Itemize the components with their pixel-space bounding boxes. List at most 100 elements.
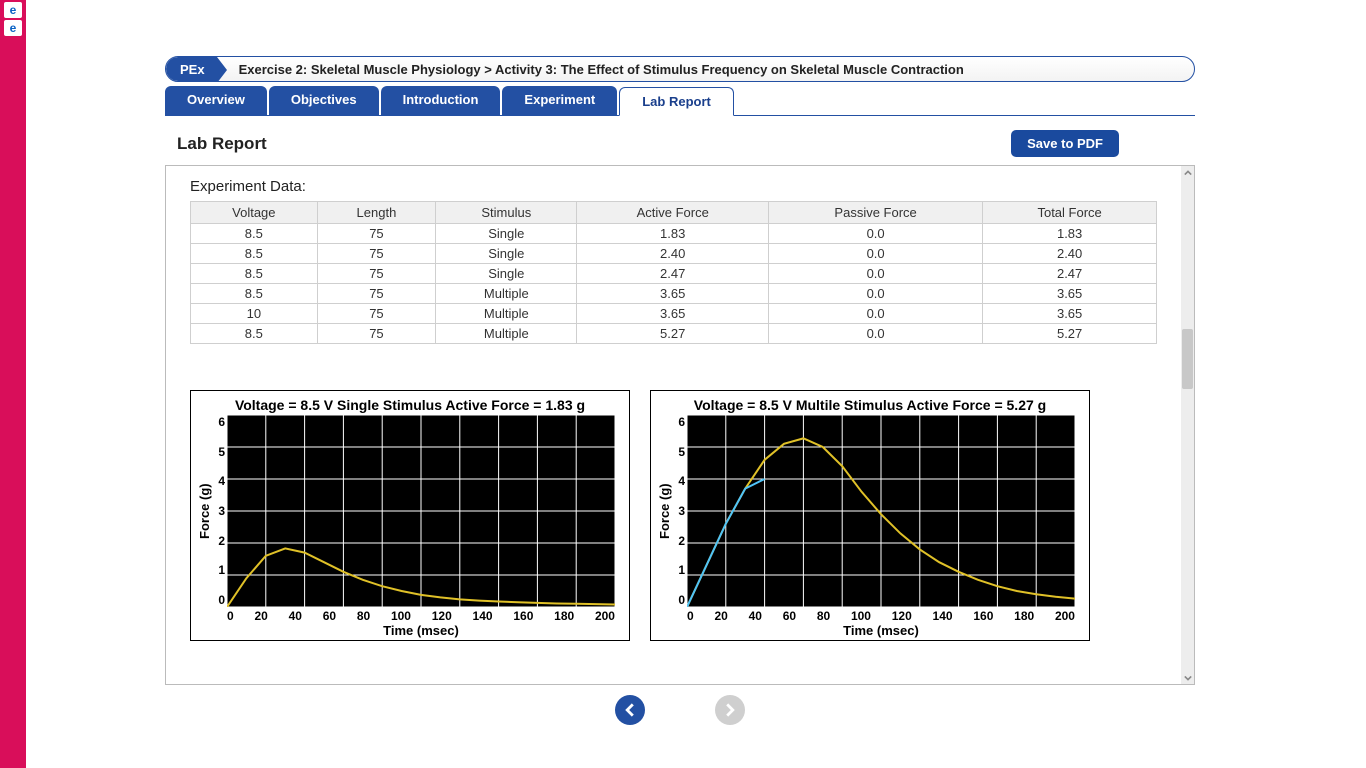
table-cell: 1.83 (983, 224, 1157, 244)
table-cell: 8.5 (191, 244, 318, 264)
tab-introduction[interactable]: Introduction (381, 86, 501, 115)
table-cell: 5.27 (577, 324, 769, 344)
chevron-right-icon (723, 703, 737, 717)
tick-label: 160 (973, 609, 993, 623)
tick-label: 60 (323, 609, 336, 623)
table-header: Stimulus (436, 202, 577, 224)
scroll-up-button[interactable] (1181, 166, 1194, 179)
table-cell: 3.65 (577, 284, 769, 304)
experiment-data-table: VoltageLengthStimulusActive ForcePassive… (190, 201, 1157, 344)
table-cell: 5.27 (983, 324, 1157, 344)
tick-label: 180 (1014, 609, 1034, 623)
tick-label: 2 (213, 534, 225, 548)
table-cell: 2.40 (577, 244, 769, 264)
report-content: Experiment Data: VoltageLengthStimulusAc… (166, 166, 1181, 684)
table-cell: 10 (191, 304, 318, 324)
prev-page-button[interactable] (615, 695, 645, 725)
table-cell: 0.0 (768, 244, 982, 264)
chevron-left-icon (623, 703, 637, 717)
tick-label: 100 (851, 609, 871, 623)
tab-experiment[interactable]: Experiment (502, 86, 617, 115)
ie-icon[interactable]: e (4, 20, 22, 36)
ie-icon[interactable]: e (4, 2, 22, 18)
tick-label: 40 (289, 609, 302, 623)
chart-xticks: 020406080100120140160180200 (227, 609, 615, 623)
next-page-button (715, 695, 745, 725)
tick-label: 6 (673, 415, 685, 429)
table-cell: 75 (317, 324, 436, 344)
tick-label: 20 (254, 609, 267, 623)
scrollbar[interactable] (1181, 166, 1194, 684)
tick-label: 4 (213, 474, 225, 488)
breadcrumb-badge: PEx (166, 57, 217, 81)
table-cell: 0.0 (768, 324, 982, 344)
tick-label: 40 (749, 609, 762, 623)
tick-label: 0 (213, 593, 225, 607)
page-nav (165, 695, 1195, 725)
tick-label: 5 (213, 445, 225, 459)
table-cell: 0.0 (768, 304, 982, 324)
tick-label: 5 (673, 445, 685, 459)
tick-label: 0 (673, 593, 685, 607)
page-title: Lab Report (177, 134, 267, 154)
tab-lab-report[interactable]: Lab Report (619, 87, 734, 116)
tick-label: 100 (391, 609, 411, 623)
tick-label: 80 (817, 609, 830, 623)
table-row: 8.575Single2.400.02.40 (191, 244, 1157, 264)
table-header: Passive Force (768, 202, 982, 224)
chart-multiple-stimulus: Voltage = 8.5 V Multile Stimulus Active … (650, 390, 1090, 641)
table-cell: 75 (317, 264, 436, 284)
table-header: Voltage (191, 202, 318, 224)
content-header: Lab Report Save to PDF (165, 116, 1195, 165)
table-cell: 1.83 (577, 224, 769, 244)
table-cell: 8.5 (191, 284, 318, 304)
scroll-thumb[interactable] (1182, 329, 1193, 389)
table-cell: 2.47 (577, 264, 769, 284)
tab-objectives[interactable]: Objectives (269, 86, 379, 115)
table-cell: 3.65 (983, 284, 1157, 304)
scroll-down-button[interactable] (1181, 671, 1194, 684)
table-cell: Multiple (436, 284, 577, 304)
table-row: 8.575Multiple5.270.05.27 (191, 324, 1157, 344)
chart-ylabel: Force (g) (197, 415, 213, 607)
tick-label: 1 (213, 563, 225, 577)
chart-xlabel: Time (msec) (687, 623, 1075, 638)
breadcrumb-text: Exercise 2: Skeletal Muscle Physiology >… (217, 62, 964, 77)
chart-title: Voltage = 8.5 V Single Stimulus Active F… (197, 397, 623, 413)
tick-label: 2 (673, 534, 685, 548)
tick-label: 60 (783, 609, 796, 623)
tab-overview[interactable]: Overview (165, 86, 267, 115)
tick-label: 180 (554, 609, 574, 623)
app-frame: PEx Exercise 2: Skeletal Muscle Physiolo… (165, 56, 1195, 725)
table-header: Total Force (983, 202, 1157, 224)
tick-label: 6 (213, 415, 225, 429)
save-to-pdf-button[interactable]: Save to PDF (1011, 130, 1119, 157)
scroll-track[interactable] (1181, 179, 1194, 671)
tick-label: 3 (213, 504, 225, 518)
chart-single-stimulus: Voltage = 8.5 V Single Stimulus Active F… (190, 390, 630, 641)
table-row: 1075Multiple3.650.03.65 (191, 304, 1157, 324)
chart-plot-area (227, 415, 615, 607)
tick-label: 20 (714, 609, 727, 623)
table-cell: 2.40 (983, 244, 1157, 264)
chart-xlabel: Time (msec) (227, 623, 615, 638)
table-cell: Single (436, 244, 577, 264)
chart-plot-area (687, 415, 1075, 607)
tick-label: 200 (595, 609, 615, 623)
table-cell: 0.0 (768, 264, 982, 284)
table-cell: 75 (317, 304, 436, 324)
chart-yticks: 6543210 (673, 415, 687, 607)
table-cell: 0.0 (768, 284, 982, 304)
table-row: 8.575Multiple3.650.03.65 (191, 284, 1157, 304)
table-cell: Single (436, 224, 577, 244)
table-cell: Multiple (436, 304, 577, 324)
tick-label: 3 (673, 504, 685, 518)
tick-label: 0 (687, 609, 694, 623)
table-cell: 3.65 (577, 304, 769, 324)
table-cell: 75 (317, 244, 436, 264)
table-cell: 8.5 (191, 264, 318, 284)
tick-label: 4 (673, 474, 685, 488)
table-cell: 3.65 (983, 304, 1157, 324)
table-header: Length (317, 202, 436, 224)
breadcrumb: PEx Exercise 2: Skeletal Muscle Physiolo… (165, 56, 1195, 82)
